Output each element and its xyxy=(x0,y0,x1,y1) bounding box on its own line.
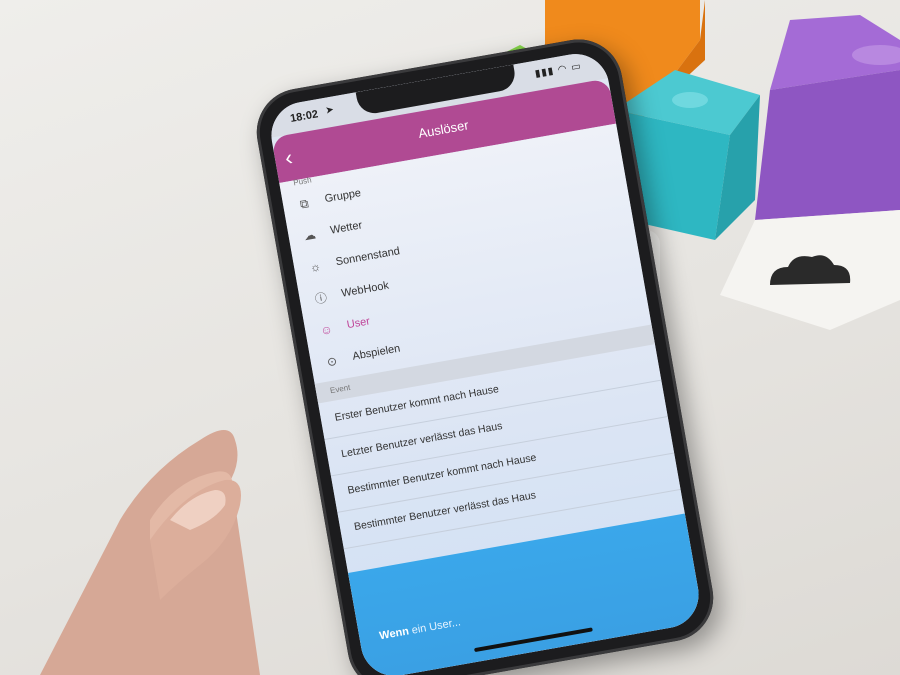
photo-scene: 18:02 ➤ ▮▮▮ ◠ ▭ ‹ Auslöser Push ⧉ Gruppe… xyxy=(0,0,900,675)
thumb xyxy=(150,479,241,600)
